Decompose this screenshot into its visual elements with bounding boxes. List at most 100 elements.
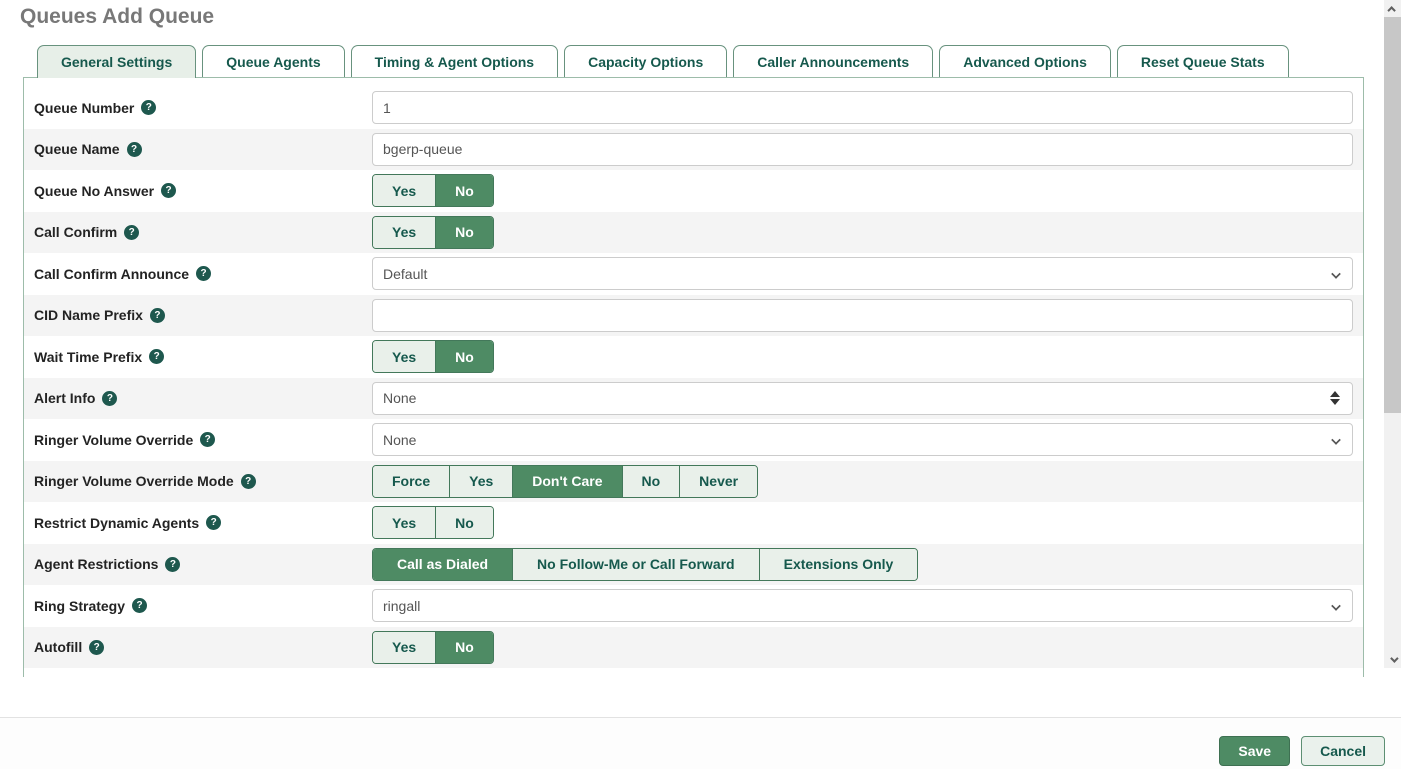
ring-strategy-select[interactable]: ringall [372, 589, 1353, 622]
tab-caller-announcements[interactable]: Caller Announcements [733, 45, 933, 77]
no-toggle-button[interactable]: No [435, 632, 493, 663]
tab-reset-queue-stats[interactable]: Reset Queue Stats [1117, 45, 1289, 77]
alert-info-select[interactable]: None [372, 382, 1353, 415]
no-toggle-button[interactable]: No [435, 217, 493, 248]
tab-queue-agents[interactable]: Queue Agents [202, 45, 344, 77]
field-control [372, 299, 1353, 333]
cid-name-prefix-input[interactable] [372, 299, 1353, 332]
row-queue-name: Queue Name? [24, 129, 1363, 171]
scrollbar-thumb[interactable] [1384, 17, 1401, 413]
field-label: Queue No Answer? [24, 183, 176, 199]
ringer-volume-override-select[interactable]: None [372, 423, 1353, 456]
call-confirm-announce-select[interactable]: Default [372, 257, 1353, 290]
field-label: Wait Time Prefix? [24, 349, 164, 365]
field-control: None [372, 382, 1353, 416]
footer-buttons: Save Cancel [1219, 736, 1385, 766]
help-icon[interactable]: ? [124, 225, 139, 240]
row-wait-time-prefix: Wait Time Prefix? YesNo [24, 336, 1363, 378]
field-label: Alert Info? [24, 390, 117, 406]
scrollbar[interactable] [1384, 0, 1401, 668]
field-control: YesNo [372, 174, 1353, 208]
scroll-down-arrow-icon[interactable] [1384, 651, 1401, 668]
never-toggle-button[interactable]: Never [679, 466, 757, 497]
help-icon[interactable]: ? [206, 515, 221, 530]
field-control [372, 133, 1353, 167]
extensions-only-toggle-button[interactable]: Extensions Only [759, 549, 918, 580]
field-control [372, 91, 1353, 125]
help-icon[interactable]: ? [165, 557, 180, 572]
help-icon[interactable]: ? [241, 474, 256, 489]
row-ringer-volume-override-mode: Ringer Volume Override Mode?ForceYesDon'… [24, 461, 1363, 503]
yes-toggle-button[interactable]: Yes [373, 632, 435, 663]
page-title: Queues Add Queue [20, 5, 214, 29]
field-label: Ring Strategy? [24, 598, 147, 614]
no-toggle-button[interactable]: No [435, 341, 493, 372]
no-toggle-button[interactable]: No [435, 507, 493, 538]
field-label: Autofill? [24, 639, 104, 655]
field-label: Queue Number? [24, 100, 156, 116]
help-icon[interactable]: ? [150, 308, 165, 323]
yes-toggle-button[interactable]: Yes [373, 507, 435, 538]
row-queue-number: Queue Number? [24, 87, 1363, 129]
selected-value: None [383, 432, 416, 448]
no-toggle-button[interactable]: No [622, 466, 680, 497]
field-control: ForceYesDon't CareNoNever [372, 465, 1353, 499]
field-label-text: Queue Number [34, 100, 134, 116]
don-t-care-toggle-button[interactable]: Don't Care [512, 466, 621, 497]
field-control: None [372, 423, 1353, 457]
select-updown-icon [1330, 391, 1340, 405]
queue-name-input[interactable] [372, 133, 1353, 166]
footer-bar: Save Cancel [0, 717, 1401, 769]
field-label-text: Queue Name [34, 141, 120, 157]
yes-toggle-button[interactable]: Yes [373, 217, 435, 248]
field-label: Call Confirm? [24, 224, 139, 240]
tab-bar: General SettingsQueue AgentsTiming & Age… [37, 45, 1289, 78]
autofill-toggle-group: YesNo [372, 631, 494, 664]
row-agent-restrictions: Agent Restrictions? Call as DialedNo Foll… [24, 544, 1363, 586]
row-partial [24, 668, 1363, 677]
help-icon[interactable]: ? [149, 349, 164, 364]
chevron-down-icon [1331, 269, 1341, 279]
help-icon[interactable]: ? [141, 100, 156, 115]
tab-capacity-options[interactable]: Capacity Options [564, 45, 727, 77]
cancel-button[interactable]: Cancel [1301, 736, 1385, 766]
help-icon[interactable]: ? [102, 391, 117, 406]
row-call-confirm-announce: Call Confirm Announce?Default [24, 253, 1363, 295]
help-icon[interactable]: ? [196, 266, 211, 281]
wait-time-prefix-toggle-group: YesNo [372, 340, 494, 373]
field-control: YesNo [372, 506, 1353, 540]
field-label-text: Queue No Answer [34, 183, 154, 199]
help-icon[interactable]: ? [161, 183, 176, 198]
call-confirm-toggle-group: YesNo [372, 216, 494, 249]
force-toggle-button[interactable]: Force [373, 466, 449, 497]
scroll-up-arrow-icon[interactable] [1384, 0, 1401, 17]
row-autofill: Autofill? YesNo [24, 627, 1363, 669]
row-queue-no-answer: Queue No Answer? YesNo [24, 170, 1363, 212]
no-toggle-button[interactable]: No [435, 175, 493, 206]
no-follow-me-or-call-forward-toggle-button[interactable]: No Follow-Me or Call Forward [512, 549, 759, 580]
field-label-text: Agent Restrictions [34, 556, 158, 572]
tab-advanced-options[interactable]: Advanced Options [939, 45, 1111, 77]
field-label-text: Call Confirm [34, 224, 117, 240]
row-cid-name-prefix: CID Name Prefix? [24, 295, 1363, 337]
queue-number-input[interactable] [372, 91, 1353, 124]
help-icon[interactable]: ? [127, 142, 142, 157]
save-button[interactable]: Save [1219, 736, 1290, 766]
help-icon[interactable]: ? [132, 598, 147, 613]
field-control: Call as DialedNo Follow-Me or Call Forwa… [372, 548, 1353, 582]
call-as-dialed-toggle-button[interactable]: Call as Dialed [373, 549, 512, 580]
row-alert-info: Alert Info? None [24, 378, 1363, 420]
tab-general-settings[interactable]: General Settings [37, 45, 196, 78]
field-control: YesNo [372, 340, 1353, 374]
yes-toggle-button[interactable]: Yes [449, 466, 512, 497]
field-label-text: CID Name Prefix [34, 307, 143, 323]
yes-toggle-button[interactable]: Yes [373, 175, 435, 206]
field-label-text: Ring Strategy [34, 598, 125, 614]
help-icon[interactable]: ? [200, 432, 215, 447]
yes-toggle-button[interactable]: Yes [373, 341, 435, 372]
tab-timing-agent-options[interactable]: Timing & Agent Options [351, 45, 558, 77]
field-control: YesNo [372, 631, 1353, 665]
row-restrict-dynamic-agents: Restrict Dynamic Agents?YesNo [24, 502, 1363, 544]
help-icon[interactable]: ? [89, 640, 104, 655]
field-label-text: Autofill [34, 639, 82, 655]
